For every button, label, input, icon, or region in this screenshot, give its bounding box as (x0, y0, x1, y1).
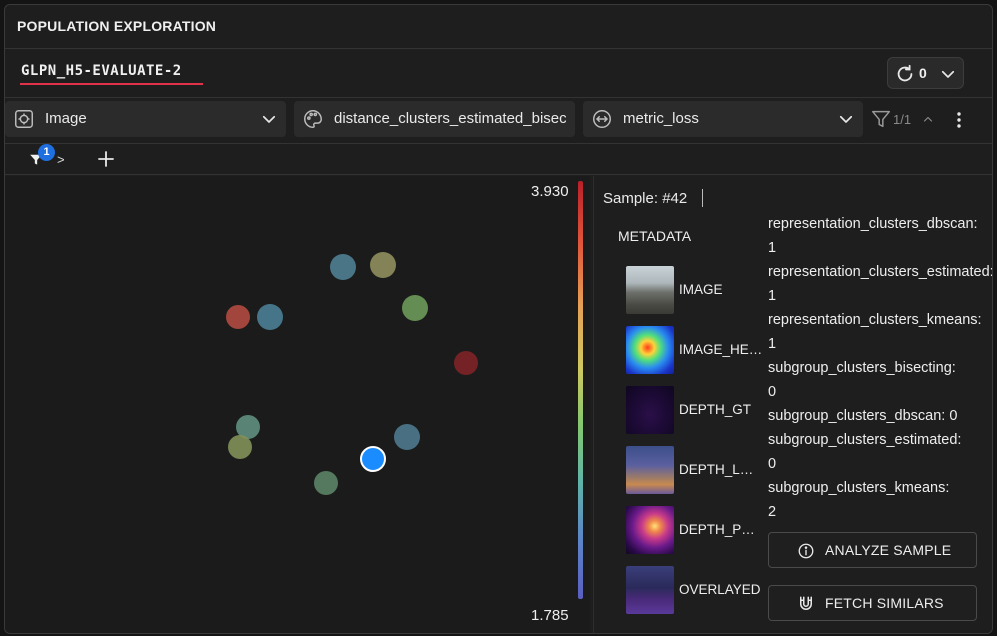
thumbnail-label: DEPTH_GT (679, 402, 752, 417)
thumbnail-label: IMAGE (679, 282, 723, 297)
chevron-down-icon (839, 115, 853, 123)
more-options-icon[interactable] (951, 111, 967, 129)
info-icon (798, 543, 814, 559)
scatter-point[interactable] (402, 295, 428, 321)
filter-icon[interactable] (870, 107, 892, 131)
colorbar (578, 181, 583, 599)
thumbnail-depth-loss[interactable]: DEPTH_LOSS (626, 446, 786, 496)
thumbnail-depth-gt[interactable]: DEPTH_GT (626, 386, 786, 436)
scatter-point[interactable] (454, 351, 478, 375)
metadata-heading: METADATA (618, 228, 692, 244)
metadata-value: 0 (768, 456, 777, 472)
add-filter-icon[interactable] (97, 150, 115, 168)
chevron-up-icon[interactable] (921, 113, 935, 125)
fetch-similars-button[interactable]: FETCH SIMILARS (768, 585, 977, 621)
colorbar-min-label: 1.785 (531, 607, 569, 624)
colorbar-max-label: 3.930 (531, 183, 569, 200)
active-tab-indicator (20, 83, 203, 85)
metadata-key: subgroup_clusters_dbscan: 0 (768, 408, 958, 424)
image-heatmap-thumbnail (626, 326, 674, 374)
thumbnail-label: OVERLAYED (679, 582, 761, 597)
toolbar: Image distance_clusters_estimated_bisect… (5, 99, 992, 141)
scatter-point[interactable] (370, 252, 396, 278)
scatter-plot[interactable]: 3.930 1.785 (5, 176, 590, 633)
metadata-key: representation_clusters_kmeans: (768, 312, 982, 328)
chevron-down-icon[interactable] (939, 65, 957, 83)
palette-icon (304, 110, 322, 128)
filter-expand-arrow[interactable]: > (57, 152, 65, 167)
analyze-sample-button[interactable]: ANALYZE SAMPLE (768, 532, 977, 568)
sample-label: Sample: #42 (603, 190, 688, 207)
metadata-key: representation_clusters_estimated: (768, 264, 993, 280)
refresh-button[interactable]: 0 (887, 57, 964, 89)
metadata-key: subgroup_clusters_estimated: (768, 432, 962, 448)
filter-count: 1/1 (893, 112, 912, 127)
population-exploration-panel: POPULATION EXPLORATION GLPN_H5-EVALUATE-… (4, 4, 993, 634)
tab-glpn-h5-evaluate-2[interactable]: GLPN_H5-EVALUATE-2 (21, 63, 182, 79)
thumbnail-label: DEPTH_PRED (679, 522, 763, 537)
metric-select-label: metric_loss (623, 110, 699, 127)
thumbnail-image[interactable]: IMAGE (626, 266, 786, 316)
thumbnail-image-heatmap[interactable]: IMAGE_HEATMAP (626, 326, 786, 376)
refresh-icon (897, 64, 913, 82)
panel-title: POPULATION EXPLORATION (17, 18, 217, 34)
image-settings-icon (15, 110, 33, 128)
metadata-value: 2 (768, 504, 777, 520)
metadata-list: representation_clusters_dbscan: 1 repres… (768, 212, 993, 524)
filter-bar: 1 > (5, 143, 992, 175)
depth-gt-thumbnail (626, 386, 674, 434)
selected-scatter-point[interactable] (360, 446, 386, 472)
scatter-point[interactable] (394, 424, 420, 450)
scatter-point[interactable] (228, 435, 252, 459)
overlayed-thumbnail (626, 566, 674, 614)
scatter-point[interactable] (314, 471, 338, 495)
thumbnail-label: IMAGE_HEATMAP (679, 342, 763, 357)
color-by-label: distance_clusters_estimated_bisecting (334, 110, 566, 127)
metadata-value: 0 (768, 384, 777, 400)
metadata-key: representation_clusters_dbscan: (768, 216, 978, 232)
chevron-down-icon (262, 115, 276, 123)
metadata-value: 1 (768, 288, 777, 304)
scatter-point[interactable] (226, 305, 250, 329)
scatter-point[interactable] (257, 304, 283, 330)
sample-detail-panel: Sample: #42 METADATA IMAGE IMAGE_HEATMAP… (593, 176, 993, 633)
fetch-similars-label: FETCH SIMILARS (825, 595, 944, 611)
thumbnail-overlayed[interactable]: OVERLAYED (626, 566, 786, 616)
depth-pred-thumbnail (626, 506, 674, 554)
image-select[interactable]: Image (5, 101, 286, 137)
color-by-select[interactable]: distance_clusters_estimated_bisecting (294, 101, 575, 137)
image-select-label: Image (45, 110, 87, 127)
magnet-icon (800, 596, 812, 610)
image-thumbnail (626, 266, 674, 314)
metric-select[interactable]: metric_loss (583, 101, 863, 137)
metric-icon (593, 110, 611, 128)
panel-header: POPULATION EXPLORATION (5, 5, 992, 49)
analyze-sample-label: ANALYZE SAMPLE (825, 542, 952, 558)
metadata-key: subgroup_clusters_kmeans: (768, 480, 950, 496)
depth-loss-thumbnail (626, 446, 674, 494)
filter-badge: 1 (38, 144, 55, 161)
tab-bar: GLPN_H5-EVALUATE-2 0 (5, 50, 992, 98)
metadata-value: 1 (768, 336, 777, 352)
scatter-point[interactable] (330, 254, 356, 280)
divider (702, 189, 703, 207)
thumbnail-label: DEPTH_LOSS (679, 462, 763, 477)
thumbnail-depth-pred[interactable]: DEPTH_PRED (626, 506, 786, 556)
refresh-count: 0 (919, 65, 927, 81)
metadata-key: subgroup_clusters_bisecting: (768, 360, 956, 376)
metadata-value: 1 (768, 240, 777, 256)
